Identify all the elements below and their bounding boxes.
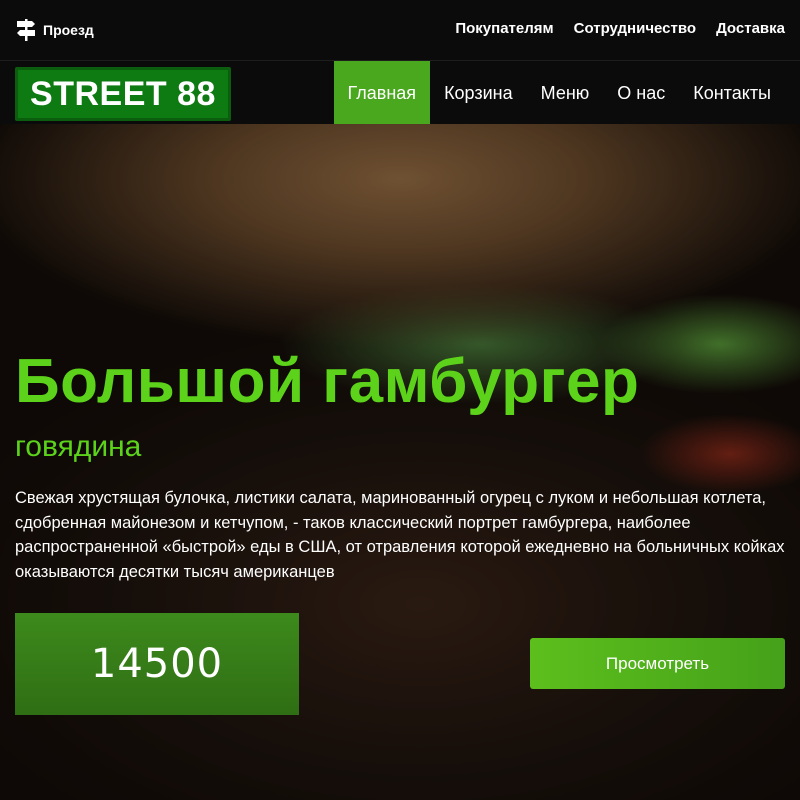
top-link-delivery[interactable]: Доставка bbox=[716, 20, 785, 37]
directions-label: Проезд bbox=[43, 22, 94, 38]
hero-title: Большой гамбургер bbox=[15, 347, 640, 416]
site-logo[interactable]: STREET 88 bbox=[15, 67, 231, 121]
hero-content: Большой гамбургер говядина Свежая хрустя… bbox=[0, 124, 800, 800]
signpost-icon bbox=[17, 19, 35, 41]
price-box: 14500 bbox=[15, 613, 299, 715]
hero-description: Свежая хрустящая булочка, листики салата… bbox=[15, 489, 785, 581]
main-navbar: STREET 88 Главная Корзина Меню О нас Кон… bbox=[0, 60, 800, 125]
top-links: Покупателям Сотрудничество Доставка bbox=[455, 20, 785, 37]
nav-item-cart[interactable]: Корзина bbox=[430, 61, 527, 125]
nav-item-contacts[interactable]: Контакты bbox=[679, 61, 785, 125]
main-menu: Главная Корзина Меню О нас Контакты bbox=[333, 61, 785, 125]
nav-item-about[interactable]: О нас bbox=[603, 61, 679, 125]
hero-subtitle: говядина bbox=[15, 430, 142, 463]
top-utility-bar: Проезд Покупателям Сотрудничество Достав… bbox=[0, 0, 800, 60]
hero-banner: Большой гамбургер говядина Свежая хрустя… bbox=[0, 124, 800, 800]
nav-item-home[interactable]: Главная bbox=[333, 61, 431, 125]
nav-item-menu[interactable]: Меню bbox=[527, 61, 604, 125]
top-link-customers[interactable]: Покупателям bbox=[455, 20, 553, 37]
price-value: 14500 bbox=[90, 641, 224, 687]
top-link-partnership[interactable]: Сотрудничество bbox=[574, 20, 696, 37]
view-button[interactable]: Просмотреть bbox=[530, 638, 785, 689]
directions-link[interactable]: Проезд bbox=[15, 18, 94, 42]
